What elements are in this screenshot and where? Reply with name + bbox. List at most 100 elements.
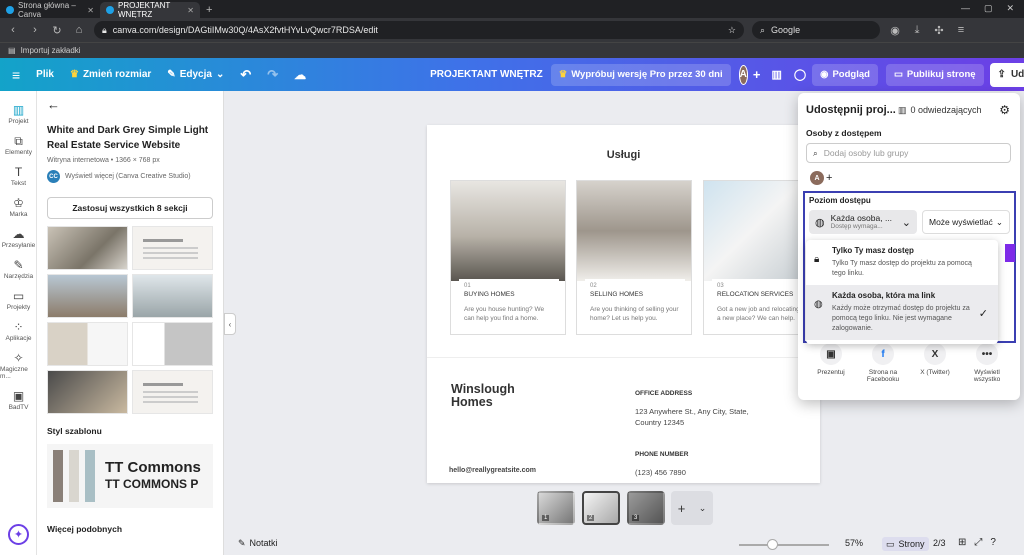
page-thumbnail[interactable]: 1 <box>537 491 575 525</box>
sidebar-item-narzędzia[interactable]: ✎ Narzędzia <box>0 258 37 280</box>
share-target[interactable]: ••• Wyświetl wszystko <box>962 343 1012 383</box>
insights-icon[interactable]: ▥ <box>765 68 787 81</box>
sidebar-item-badtv[interactable]: ▣ BadTV <box>0 389 37 411</box>
publish-button[interactable]: ▭ Publikuj stronę <box>885 63 984 86</box>
service-card[interactable]: 01 BUYING HOMES Are you house hunting? W… <box>450 180 566 335</box>
gear-icon[interactable]: ⚙ <box>999 103 1010 117</box>
share-button[interactable]: ⇪Udostępnij <box>989 62 1024 87</box>
section-thumbnail[interactable] <box>132 322 213 366</box>
sidebar-item-magiczne-m[interactable]: ✧ Magiczne m... <box>0 351 37 380</box>
add-page-button[interactable]: + ⌄ <box>671 491 713 525</box>
close-tab-icon[interactable]: ✕ <box>187 6 194 15</box>
resize-button[interactable]: ♛ Zmień rozmiar <box>62 69 159 80</box>
avatar[interactable]: A <box>738 64 748 85</box>
back-arrow-icon[interactable]: ← <box>47 97 60 112</box>
undo-icon[interactable]: ↶ <box>232 67 259 83</box>
url-field[interactable]: 🔒︎ canva.com/design/DAGtiIMw30Q/4AsX2fvt… <box>94 21 744 39</box>
minimize-icon[interactable]: — <box>961 3 970 14</box>
add-collaborator-icon[interactable]: + <box>748 67 766 82</box>
template-style-preview[interactable]: TT Commons TT COMMONS P <box>47 444 213 508</box>
section-thumbnail[interactable] <box>47 322 128 366</box>
browser-tab-canva-home[interactable]: Strona główna – Canva ✕ <box>0 1 100 19</box>
browser-tab-project[interactable]: PROJEKTANT WNĘTRZ ✕ <box>100 1 200 19</box>
cloud-saved-icon[interactable]: ☁ <box>286 68 314 82</box>
camera-icon[interactable]: ◉ <box>888 24 902 37</box>
zoom-level[interactable]: 57% <box>845 538 863 548</box>
sidebar-item-tekst[interactable]: T Tekst <box>0 165 37 187</box>
close-window-icon[interactable]: ✕ <box>1006 3 1014 14</box>
creator-link[interactable]: CC Wyświetl więcej (Canva Creative Studi… <box>47 170 213 183</box>
pro-trial-button[interactable]: ♛ Wypróbuj wersję Pro przez 30 dni <box>550 63 731 86</box>
edit-menu[interactable]: ✎ Edycja ⌄ <box>159 69 232 80</box>
home-icon[interactable]: ⌂ <box>72 24 86 36</box>
menu-icon[interactable]: ≡ <box>954 24 968 36</box>
sidebar-item-elementy[interactable]: ⧉ Elementy <box>0 134 37 156</box>
add-person-icon[interactable]: + <box>826 172 832 184</box>
sidebar-item-projekty[interactable]: ▭ Projekty <box>0 289 37 311</box>
bookmark-star-icon[interactable]: ☆ <box>728 25 736 36</box>
extensions-icon[interactable]: ✣ <box>932 24 946 37</box>
new-tab-icon[interactable]: + <box>206 4 212 16</box>
page-thumbnail[interactable]: 3 <box>627 491 665 525</box>
rail-label: Elementy <box>4 149 33 156</box>
close-tab-icon[interactable]: ✕ <box>87 6 94 15</box>
sidebar-item-marka[interactable]: ♔ Marka <box>0 196 37 218</box>
section-thumbnail[interactable] <box>132 226 213 270</box>
forward-icon[interactable]: › <box>28 24 42 36</box>
avatar[interactable]: A <box>810 171 824 185</box>
publish-icon: ▭ <box>893 69 903 80</box>
import-bookmarks-link[interactable]: Importuj zakładki <box>21 46 81 55</box>
service-card[interactable]: 02 SELLING HOMES Are you thinking of sel… <box>576 180 692 335</box>
rail-label: Projekt <box>8 118 29 125</box>
grid-view-icon[interactable]: ⊞ <box>958 537 966 548</box>
design-page[interactable]: Usługi 01 BUYING HOMES Are you house hun… <box>427 125 820 483</box>
section-thumbnail[interactable] <box>132 370 213 414</box>
pages-button[interactable]: ▭ Strony <box>882 537 929 551</box>
fullscreen-icon[interactable]: ⤢ <box>974 537 982 548</box>
pencil-icon: ✎ <box>167 69 176 80</box>
lock-icon: 🔒︎ <box>814 254 820 265</box>
comment-icon[interactable]: ◯ <box>788 68 812 81</box>
share-target[interactable]: ▣ Prezentuj <box>806 343 856 383</box>
page-thumbnail-current[interactable]: 2 <box>582 491 620 525</box>
sidebar-item-projekt[interactable]: ▥ Projekt <box>0 103 37 125</box>
back-icon[interactable]: ‹ <box>6 24 20 36</box>
collapse-panel-icon[interactable]: ‹ <box>224 313 236 335</box>
help-icon[interactable]: ? <box>990 537 996 548</box>
more-similar-header: Więcej podobnych <box>47 524 123 534</box>
add-people-input[interactable]: ⌕ Dodaj osoby lub grupy <box>806 143 1011 163</box>
copy-link-button-edge[interactable] <box>1005 244 1015 262</box>
zoom-slider[interactable] <box>739 544 829 546</box>
magic-assistant-icon[interactable]: ✦ <box>8 524 29 545</box>
zoom-slider-handle[interactable] <box>767 539 778 550</box>
search-icon: ⌕ <box>813 147 818 158</box>
project-title[interactable]: PROJEKTANT WNĘTRZ <box>422 69 551 80</box>
browser-search-field[interactable]: ⌕ Google <box>752 21 880 39</box>
file-menu[interactable]: Plik <box>28 69 62 80</box>
access-level-select[interactable]: ◍ Każda osoba, ... Dostęp wymaga... ⌄ <box>809 210 917 234</box>
section-thumbnail[interactable] <box>47 370 128 414</box>
color-swatch <box>85 450 95 502</box>
downloads-icon[interactable]: ⤓ <box>910 24 924 37</box>
permission-select[interactable]: Może wyświetlać ⌄ <box>922 210 1010 234</box>
option-only-you[interactable]: 🔒︎ Tylko Ty masz dostęp Tylko Ty masz do… <box>806 240 998 285</box>
hamburger-menu-icon[interactable]: ≡ <box>0 67 28 83</box>
apply-all-sections-button[interactable]: Zastosuj wszystkich 8 sekcji <box>47 197 213 219</box>
section-thumbnail[interactable] <box>47 226 128 270</box>
maximize-icon[interactable]: ▢ <box>984 3 993 14</box>
reload-icon[interactable]: ↻ <box>50 24 64 37</box>
preview-button[interactable]: ◉ Podgląd <box>812 63 878 86</box>
section-thumbnail[interactable] <box>132 274 213 318</box>
redo-icon[interactable]: ↷ <box>259 67 286 83</box>
section-thumbnail[interactable] <box>47 274 128 318</box>
sidebar-item-aplikacje[interactable]: ⁘ Aplikacje <box>0 320 37 342</box>
share-target[interactable]: f Strona na Facebooku <box>858 343 908 383</box>
notes-button[interactable]: ✎ Notatki <box>238 538 278 549</box>
visitors-link[interactable]: ▥ 0 odwiedzających <box>898 105 982 116</box>
sidebar-item-przesyłanie[interactable]: ☁ Przesyłanie <box>0 227 37 249</box>
option-anyone-with-link[interactable]: ◍ Każda osoba, która ma link Każdy może … <box>806 285 998 340</box>
access-level-dropdown: 🔒︎ Tylko Ty masz dostęp Tylko Ty masz do… <box>806 240 998 344</box>
share-title: Udostępnij proj... <box>806 104 896 116</box>
share-target[interactable]: X X (Twitter) <box>910 343 960 383</box>
pages-icon: ▭ <box>886 538 895 549</box>
